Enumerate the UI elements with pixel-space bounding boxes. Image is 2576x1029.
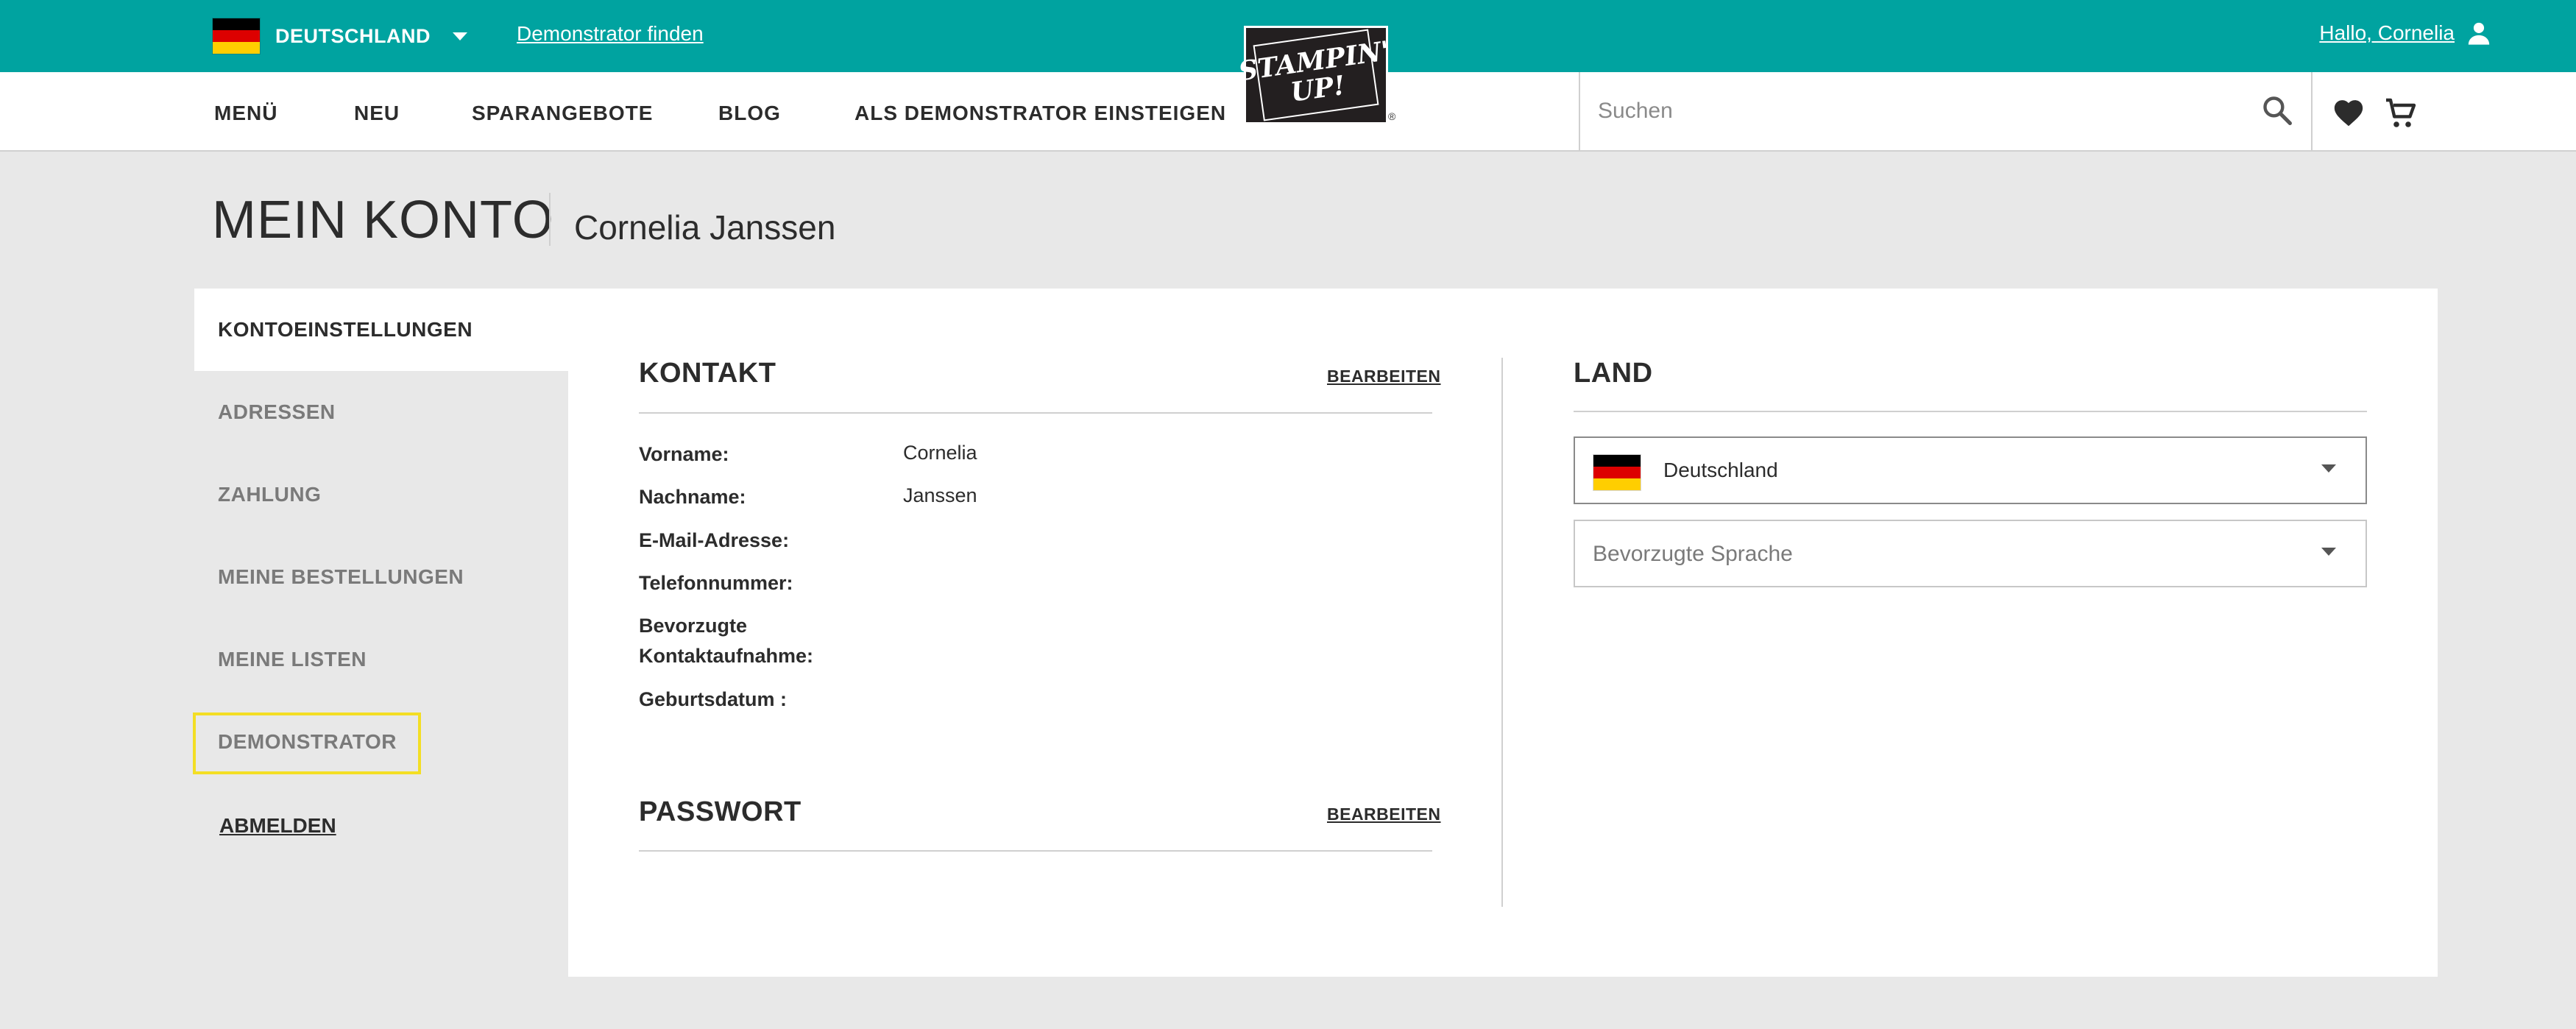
nav-item-new[interactable]: NEU <box>354 102 400 125</box>
edit-password-button[interactable]: BEARBEITEN <box>1327 805 1441 824</box>
nav-item-blog[interactable]: BLOG <box>718 102 781 125</box>
password-divider <box>639 850 1432 852</box>
first-name-label: Vorname: <box>639 443 729 465</box>
column-divider <box>1501 358 1503 907</box>
contact-section-title: KONTAKT <box>639 358 776 389</box>
phone-label: Telefonnummer: <box>639 572 793 594</box>
chevron-down-icon <box>453 32 467 40</box>
country-section-title: LAND <box>1574 358 1653 389</box>
find-demonstrator-link[interactable]: Demonstrator finden <box>517 22 704 46</box>
chevron-down-icon <box>2321 548 2336 556</box>
title-divider <box>549 193 551 246</box>
chevron-down-icon <box>2321 464 2336 473</box>
country-select[interactable]: Deutschland <box>1574 436 2367 504</box>
sidebar-item-payment[interactable]: ZAHLUNG <box>218 483 321 506</box>
nav-item-become-demonstrator[interactable]: ALS DEMONSTRATOR EINSTEIGEN <box>854 102 1226 125</box>
nav-item-menu[interactable]: MENÜ <box>214 102 277 125</box>
search-input[interactable] <box>1598 93 2231 130</box>
account-greeting[interactable]: Hallo, Cornelia <box>2319 21 2491 46</box>
germany-flag-icon <box>1593 454 1641 491</box>
email-label: E-Mail-Adresse: <box>639 529 790 551</box>
account-user-name: Cornelia Janssen <box>574 208 836 247</box>
cart-icon[interactable] <box>2383 96 2418 131</box>
language-select[interactable]: Bevorzugte Sprache <box>1574 520 2367 587</box>
germany-flag-icon <box>212 18 261 54</box>
logo-frame: STAMPIN' UP! <box>1236 29 1391 121</box>
edit-contact-button[interactable]: BEARBEITEN <box>1327 367 1441 386</box>
stampin-up-logo[interactable]: STAMPIN' UP! <box>1236 26 1391 124</box>
search-area <box>1579 72 2313 150</box>
contact-divider <box>639 412 1432 414</box>
preferred-contact-label-line2: Kontaktaufnahme: <box>639 645 814 667</box>
nav-item-offers[interactable]: SPARANGEBOTE <box>472 102 653 125</box>
sidebar-item-label: KONTOEINSTELLUNGEN <box>218 318 473 341</box>
preferred-contact-label-line1: Bevorzugte <box>639 615 748 637</box>
country-select-value: Deutschland <box>1663 459 1778 481</box>
heart-icon[interactable] <box>2332 96 2366 130</box>
registered-mark: ® <box>1388 110 1396 122</box>
logo-text-line2: UP! <box>1288 69 1348 108</box>
user-icon[interactable] <box>2466 21 2491 46</box>
last-name-label: Nachname: <box>639 486 746 508</box>
country-divider <box>1574 411 2367 412</box>
sidebar-item-addresses[interactable]: ADRESSEN <box>218 400 336 424</box>
birthdate-label: Geburtsdatum : <box>639 688 788 710</box>
sidebar-item-orders[interactable]: MEINE BESTELLUNGEN <box>218 565 464 589</box>
country-selector[interactable]: DEUTSCHLAND <box>212 18 467 54</box>
sidebar-item-account-settings[interactable]: KONTOEINSTELLUNGEN <box>194 289 570 371</box>
password-section-title: PASSWORT <box>639 796 802 827</box>
sidebar-item-lists[interactable]: MEINE LISTEN <box>218 648 367 671</box>
language-select-placeholder: Bevorzugte Sprache <box>1593 542 1793 566</box>
account-settings-panel <box>568 289 2438 977</box>
search-icon[interactable] <box>2261 94 2293 127</box>
country-label: DEUTSCHLAND <box>275 24 431 47</box>
last-name-value: Janssen <box>903 484 977 506</box>
logout-link[interactable]: ABMELDEN <box>219 814 336 838</box>
sidebar-item-demonstrator[interactable]: DEMONSTRATOR <box>218 730 397 754</box>
first-name-value: Cornelia <box>903 442 977 464</box>
greeting-link[interactable]: Hallo, Cornelia <box>2319 21 2455 45</box>
page-title: MEIN KONTO <box>212 191 554 250</box>
